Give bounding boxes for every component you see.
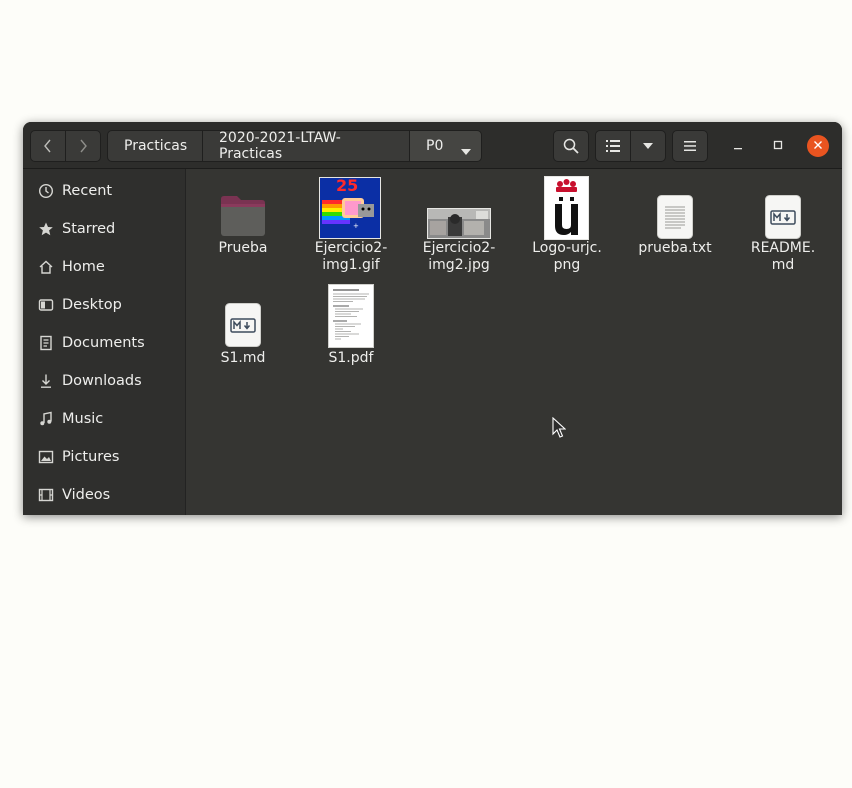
file-item-ejercicio2-img1-gif[interactable]: + 25 Ejercicio2- img1.gif (301, 169, 401, 279)
file-name-line1: Logo-urjc. (532, 240, 602, 256)
file-name: prueba.txt (638, 240, 712, 256)
jpg-thumbnail (427, 208, 491, 239)
close-icon (813, 138, 823, 154)
maximize-icon (773, 138, 783, 154)
sidebar-item-label: Music (62, 411, 104, 427)
star-icon (37, 220, 55, 238)
sidebar-item-label: Starred (62, 221, 116, 237)
chevron-down-icon (643, 143, 653, 149)
sidebar-item-label: Desktop (62, 297, 122, 313)
sidebar-item-desktop[interactable]: Desktop (23, 286, 185, 324)
breadcrumb-item-ltaw[interactable]: 2020-2021-LTAW-Practicas (202, 130, 410, 162)
sidebar: Recent Starred Home Desktop Documents Do… (23, 169, 186, 515)
file-name: S1.pdf (328, 350, 374, 366)
back-button[interactable] (30, 130, 66, 162)
forward-button[interactable] (65, 130, 101, 162)
list-view-button[interactable] (595, 130, 631, 162)
gif-overlay-text: 25 (336, 177, 359, 195)
close-button[interactable] (807, 135, 829, 157)
download-icon (37, 372, 55, 390)
mouse-cursor-icon (552, 416, 567, 443)
view-options-button[interactable] (630, 130, 666, 162)
sidebar-item-downloads[interactable]: Downloads (23, 362, 185, 400)
breadcrumb-item-p0[interactable]: P0 (409, 130, 482, 162)
file-manager-window: Practicas 2020-2021-LTAW-Practicas P0 Re… (23, 122, 842, 515)
minimize-button[interactable] (727, 135, 749, 157)
sidebar-item-label: Videos (62, 487, 111, 503)
sidebar-item-documents[interactable]: Documents (23, 324, 185, 362)
svg-text:+: + (353, 222, 359, 230)
minimize-icon (733, 138, 743, 154)
search-button[interactable] (553, 130, 589, 162)
breadcrumb-label: 2020-2021-LTAW-Practicas (219, 130, 341, 162)
music-icon (37, 410, 55, 428)
file-name-line2: img1.gif (322, 257, 380, 273)
file-item-prueba-txt[interactable]: prueba.txt (625, 169, 725, 279)
text-file-icon (657, 195, 693, 243)
sidebar-item-label: Documents (62, 335, 145, 351)
list-view-icon (606, 140, 620, 152)
file-grid: Prueba + 25 Ejercicio2- img1.gif Ejercic… (186, 169, 842, 515)
home-icon (37, 258, 55, 276)
header-bar: Practicas 2020-2021-LTAW-Practicas P0 (23, 122, 842, 169)
picture-icon (37, 448, 55, 466)
file-item-ejercicio2-img2-jpg[interactable]: Ejercicio2- img2.jpg (409, 169, 509, 279)
sidebar-item-label: Pictures (62, 449, 120, 465)
pdf-thumbnail (328, 284, 374, 348)
sidebar-item-pictures[interactable]: Pictures (23, 438, 185, 476)
markdown-file-icon (225, 303, 261, 351)
breadcrumb-label: P0 (426, 138, 444, 154)
file-name-line1: Ejercicio2- (314, 240, 388, 256)
file-name: Prueba (218, 240, 268, 256)
file-name-line2: md (771, 257, 795, 273)
document-icon (37, 334, 55, 352)
breadcrumb-label: Practicas (124, 138, 188, 154)
chevron-left-icon (43, 138, 53, 154)
file-name-line1: Ejercicio2- (422, 240, 496, 256)
file-name: S1.md (220, 350, 266, 366)
file-item-prueba[interactable]: Prueba (193, 169, 293, 279)
maximize-button[interactable] (767, 135, 789, 157)
folder-icon (219, 195, 267, 241)
gif-thumbnail: + 25 (319, 177, 381, 239)
file-item-readme-md[interactable]: README. md (733, 169, 833, 279)
clock-icon (37, 182, 55, 200)
file-item-s1-md[interactable]: S1.md (193, 279, 293, 389)
sidebar-item-label: Downloads (62, 373, 142, 389)
file-item-logo-urjc-png[interactable]: Logo-urjc. png (517, 169, 617, 279)
sidebar-item-starred[interactable]: Starred (23, 210, 185, 248)
video-icon (37, 486, 55, 504)
file-name-line2: png (553, 257, 581, 273)
sidebar-item-videos[interactable]: Videos (23, 476, 185, 514)
chevron-right-icon (78, 138, 88, 154)
file-name-line1: README. (750, 240, 816, 256)
menu-button[interactable] (672, 130, 708, 162)
sidebar-item-home[interactable]: Home (23, 248, 185, 286)
chevron-down-icon (461, 143, 471, 159)
png-thumbnail (544, 176, 589, 240)
sidebar-item-recent[interactable]: Recent (23, 172, 185, 210)
sidebar-item-label: Recent (62, 183, 113, 199)
sidebar-item-music[interactable]: Music (23, 400, 185, 438)
hamburger-menu-icon (684, 141, 696, 151)
sidebar-item-label: Home (62, 259, 105, 275)
file-name-line2: img2.jpg (428, 257, 490, 273)
breadcrumb-item-practicas[interactable]: Practicas (107, 130, 203, 162)
file-item-s1-pdf[interactable]: S1.pdf (301, 279, 401, 389)
desktop-icon (37, 296, 55, 314)
search-icon (563, 138, 579, 154)
markdown-file-icon (765, 195, 801, 243)
